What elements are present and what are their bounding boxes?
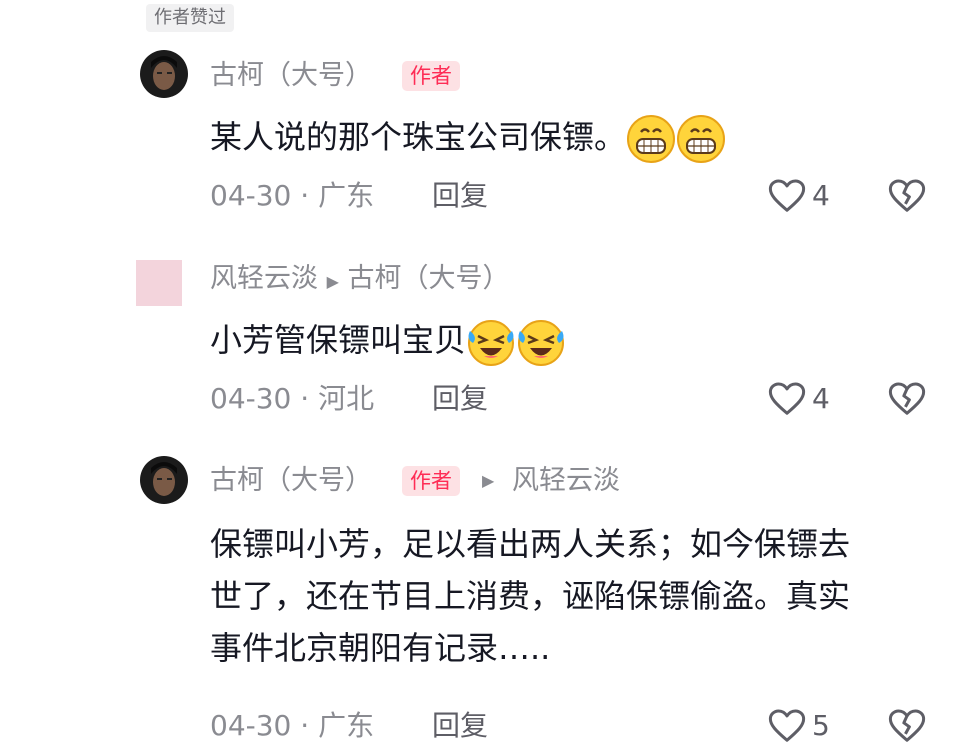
- username[interactable]: 古柯（大号）: [210, 57, 372, 95]
- like-count: 5: [812, 709, 830, 742]
- comment-meta: 04-30 · 广东: [210, 178, 374, 214]
- avatar[interactable]: [140, 456, 188, 504]
- username[interactable]: 风轻云淡: [210, 263, 318, 294]
- dislike-broken-heart-icon[interactable]: [888, 381, 926, 417]
- like-count: 4: [812, 179, 830, 212]
- comment-location: 广东: [318, 709, 375, 742]
- meta-separator: ·: [300, 179, 310, 212]
- comment-text: 小芳管保镖叫宝贝: [210, 314, 566, 367]
- reply-button[interactable]: 回复: [432, 381, 488, 417]
- comment-location: 广东: [318, 179, 375, 212]
- comment-date: 04-30: [210, 709, 292, 742]
- avatar[interactable]: [136, 260, 182, 306]
- like-heart-icon[interactable]: [768, 178, 806, 214]
- laughing-crying-emoji: [518, 320, 565, 366]
- comment-text-line: 事件北京朝阳有记录…..: [210, 629, 551, 667]
- like-heart-icon[interactable]: [768, 381, 806, 417]
- reply-button[interactable]: 回复: [432, 178, 488, 214]
- dislike-broken-heart-icon[interactable]: [888, 708, 926, 744]
- comment-text-content: 某人说的那个珠宝公司保镖。: [210, 118, 627, 156]
- grin-emoji: [627, 115, 676, 163]
- dislike-broken-heart-icon[interactable]: [888, 178, 926, 214]
- author-tag: 作者: [402, 466, 460, 496]
- reply-arrow-icon: ▶: [482, 471, 495, 490]
- like-heart-icon[interactable]: [768, 708, 806, 744]
- reply-header: 风轻云淡 ▶ 古柯（大号）: [210, 260, 510, 301]
- laughing-crying-emoji: [468, 320, 515, 366]
- comment-text-line: 世了，还在节目上消费，诬陷保镖偷盗。真实: [210, 577, 851, 615]
- reply-to-username[interactable]: 风轻云淡: [512, 462, 620, 500]
- comment-text: 某人说的那个珠宝公司保镖。: [210, 111, 726, 164]
- comment-meta: 04-30 · 广东: [210, 708, 374, 744]
- meta-separator: ·: [300, 382, 310, 415]
- author-liked-badge: 作者赞过: [146, 4, 234, 32]
- grin-emoji: [677, 115, 726, 163]
- comment-text: 保镖叫小芳，足以看出两人关系；如今保镖去 世了，还在节目上消费，诬陷保镖偷盗。真…: [210, 518, 850, 674]
- meta-separator: ·: [300, 709, 310, 742]
- comment-text-content: 小芳管保镖叫宝贝: [210, 321, 467, 359]
- reply-button[interactable]: 回复: [432, 708, 488, 744]
- comment-date: 04-30: [210, 382, 292, 415]
- comment-location: 河北: [318, 382, 375, 415]
- comment-meta: 04-30 · 河北: [210, 381, 374, 417]
- avatar[interactable]: [140, 50, 188, 98]
- reply-to-username[interactable]: 古柯（大号）: [348, 263, 510, 294]
- username[interactable]: 古柯（大号）: [210, 462, 372, 500]
- comment-text-line: 保镖叫小芳，足以看出两人关系；如今保镖去: [210, 525, 851, 563]
- author-tag: 作者: [402, 61, 460, 91]
- like-count: 4: [812, 382, 830, 415]
- reply-arrow-icon: ▶: [326, 272, 339, 291]
- comment-date: 04-30: [210, 179, 292, 212]
